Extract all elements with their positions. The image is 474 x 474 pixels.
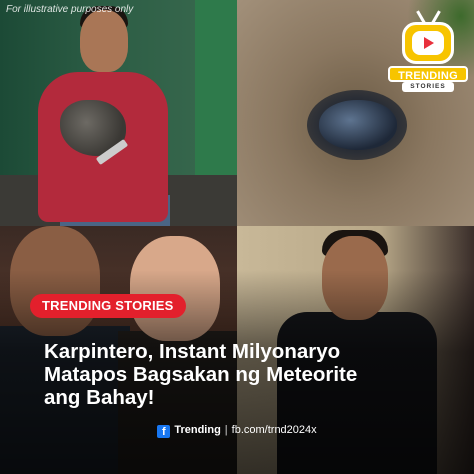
headline-line-3: ang Bahay!: [44, 386, 155, 409]
watermark-text: For illustrative purposes only: [6, 4, 134, 15]
source-credit: f Trending | fb.com/trnd2024x: [0, 420, 474, 440]
facebook-icon: f: [157, 425, 171, 438]
category-tag: TRENDING STORIES: [30, 294, 186, 318]
footer-separator: |: [224, 424, 228, 436]
headline-line-1: Karpintero, Instant Milyonaryo: [44, 340, 341, 363]
headline-line-2: Matapos Bagsakan ng Meteorite: [44, 363, 358, 386]
footer-url[interactable]: fb.com/trnd2024x: [232, 424, 317, 436]
photo-man-holding-rock: [0, 0, 237, 226]
footer-brand: Trending: [174, 424, 221, 436]
tv-play-icon: [402, 22, 454, 64]
logo-title: TRENDING: [388, 66, 468, 82]
headline: Karpintero, Instant Milyonaryo Matapos B…: [44, 340, 464, 409]
trending-stories-logo: TRENDING STORIES: [388, 8, 468, 92]
logo-subtitle: STORIES: [402, 82, 454, 92]
